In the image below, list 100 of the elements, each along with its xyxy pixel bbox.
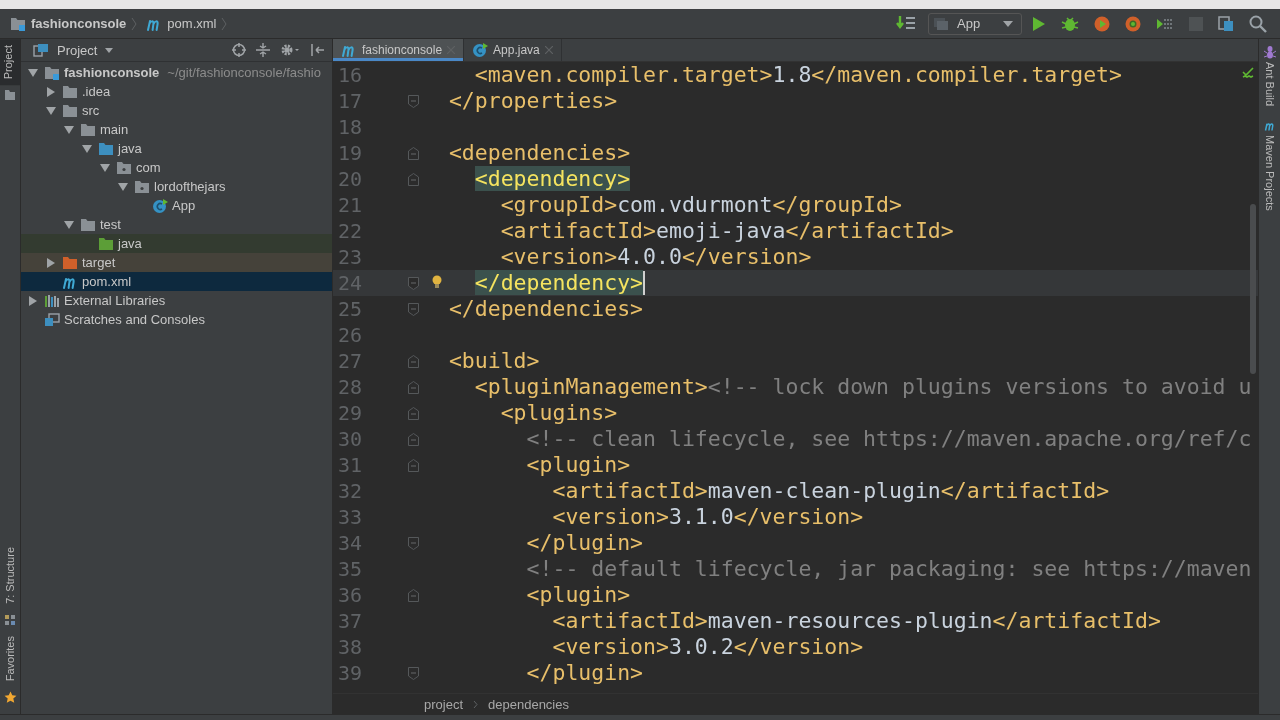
fold-marker-icon[interactable] <box>408 354 419 368</box>
line-number: 20 <box>336 166 362 192</box>
profiler-icon[interactable] <box>1125 15 1141 32</box>
class-file-icon <box>152 197 168 214</box>
fold-marker-icon[interactable] <box>408 302 419 316</box>
tree-item[interactable]: java <box>21 139 332 158</box>
tree-item[interactable]: test <box>21 215 332 234</box>
line-number: 30 <box>336 426 362 452</box>
scrollbar[interactable] <box>1250 204 1256 374</box>
project-path: ~/git/fashionconsole/fashio <box>167 65 321 80</box>
code-line: </dependencies> <box>448 296 644 322</box>
expand-arrow-icon[interactable] <box>28 67 38 78</box>
editor-tab[interactable]: App.java <box>464 39 562 61</box>
tree-item[interactable]: Scratches and Consoles <box>21 310 332 329</box>
expand-arrow-icon[interactable] <box>64 124 74 135</box>
debug-icon[interactable] <box>1061 15 1079 32</box>
hide-panel-icon[interactable] <box>310 43 324 57</box>
code-line: </properties> <box>448 88 618 114</box>
fold-marker-icon[interactable] <box>408 588 419 602</box>
line-number: 34 <box>336 530 362 556</box>
tool-window-tab[interactable]: Project <box>0 39 20 86</box>
tree-item[interactable]: External Libraries <box>21 291 332 310</box>
tool-window-tab[interactable]: Ant Build <box>1263 62 1276 107</box>
project-structure-icon[interactable] <box>1218 15 1234 32</box>
code-line: </plugin> <box>526 530 644 556</box>
code-line: <!-- default lifecycle, jar packaging: see https://maven <box>526 556 1252 582</box>
code-line: </plugin> <box>526 660 644 686</box>
line-number: 19 <box>336 140 362 166</box>
line-number: 35 <box>336 556 362 582</box>
tree-item[interactable]: fashionconsole ~/git/fashionconsole/fashio <box>21 63 332 82</box>
class-file-icon <box>472 42 489 58</box>
fold-marker-icon[interactable] <box>408 536 419 550</box>
tree-item[interactable]: src <box>21 101 332 120</box>
code-line: <version>3.1.0</version> <box>552 504 864 530</box>
tree-item[interactable]: pom.xml <box>21 272 332 291</box>
line-number: 18 <box>336 114 362 140</box>
fold-marker-icon[interactable] <box>408 276 419 290</box>
tree-item[interactable]: .idea <box>21 82 332 101</box>
libraries-icon <box>44 293 60 308</box>
tool-window-tab[interactable]: Favorites <box>2 629 18 687</box>
expand-arrow-icon[interactable] <box>118 181 128 192</box>
expand-arrow-icon[interactable] <box>46 105 56 116</box>
code-line: <version>4.0.0</version> <box>500 244 812 270</box>
breadcrumb[interactable]: project <box>424 696 464 712</box>
code-line: <plugin> <box>526 582 631 608</box>
tree-item[interactable]: target <box>21 253 332 272</box>
lightbulb-icon[interactable] <box>432 275 442 289</box>
line-number: 33 <box>336 504 362 530</box>
caret-icon <box>1003 20 1013 27</box>
fold-marker-icon[interactable] <box>408 458 419 472</box>
tool-window-tab[interactable]: Maven Projects <box>1263 135 1276 211</box>
folder-icon <box>80 217 96 232</box>
fold-marker-icon[interactable] <box>408 406 419 420</box>
caret-icon[interactable] <box>105 47 114 53</box>
settings-icon[interactable] <box>280 43 300 57</box>
expand-arrow-icon[interactable] <box>82 143 92 154</box>
fold-marker-icon[interactable] <box>408 380 419 394</box>
excluded-folder-icon <box>62 255 78 270</box>
tree-item[interactable]: lordofthejars <box>21 177 332 196</box>
code-line: <plugins> <box>500 400 618 426</box>
folder-icon <box>62 84 78 99</box>
tree-item[interactable]: main <box>21 120 332 139</box>
fold-marker-icon[interactable] <box>408 94 419 108</box>
project-view-icon <box>33 43 49 57</box>
search-icon[interactable] <box>1249 14 1267 33</box>
fold-marker-icon[interactable] <box>408 172 419 186</box>
panel-title[interactable]: Project <box>57 42 98 58</box>
breadcrumb[interactable]: dependencies <box>488 696 569 712</box>
fold-marker-icon[interactable] <box>408 666 419 680</box>
maven-icon <box>341 43 357 57</box>
code-line: <artifactId>maven-clean-plugin</artifactId> <box>552 478 1110 504</box>
module-folder-icon <box>44 65 60 80</box>
expand-arrow-icon[interactable] <box>46 257 56 268</box>
tree-item[interactable]: com <box>21 158 332 177</box>
fold-marker-icon[interactable] <box>408 146 419 160</box>
source-folder-icon <box>98 141 114 156</box>
collapse-all-icon[interactable] <box>256 43 270 57</box>
editor-tab[interactable]: fashionconsole <box>333 39 465 61</box>
run-configuration-dropdown[interactable]: App <box>928 12 1022 35</box>
code-line: <artifactId>emoji-java</artifactId> <box>500 218 954 244</box>
expand-arrow-icon[interactable] <box>46 86 56 97</box>
expand-arrow-icon[interactable] <box>100 162 110 173</box>
locate-icon[interactable] <box>232 43 246 57</box>
navbar-crumb[interactable]: pom.xml <box>167 16 217 31</box>
package-folder-icon <box>116 160 132 175</box>
package-folder-icon <box>134 179 150 194</box>
line-number: 17 <box>336 88 362 114</box>
run-icon[interactable] <box>1032 15 1046 32</box>
line-number: 21 <box>336 192 362 218</box>
tree-item[interactable]: java <box>21 234 332 253</box>
fold-marker-icon[interactable] <box>408 432 419 446</box>
expand-arrow-icon[interactable] <box>64 219 74 230</box>
line-number: 25 <box>336 296 362 322</box>
expand-arrow-icon[interactable] <box>28 295 38 306</box>
navbar-crumb[interactable]: fashionconsole <box>31 16 127 31</box>
tool-window-tab[interactable]: 7: Structure <box>2 540 18 610</box>
line-number: 32 <box>336 478 362 504</box>
tree-item[interactable]: App <box>21 196 332 215</box>
line-number: 31 <box>336 452 362 478</box>
coverage-icon[interactable] <box>1094 15 1110 32</box>
